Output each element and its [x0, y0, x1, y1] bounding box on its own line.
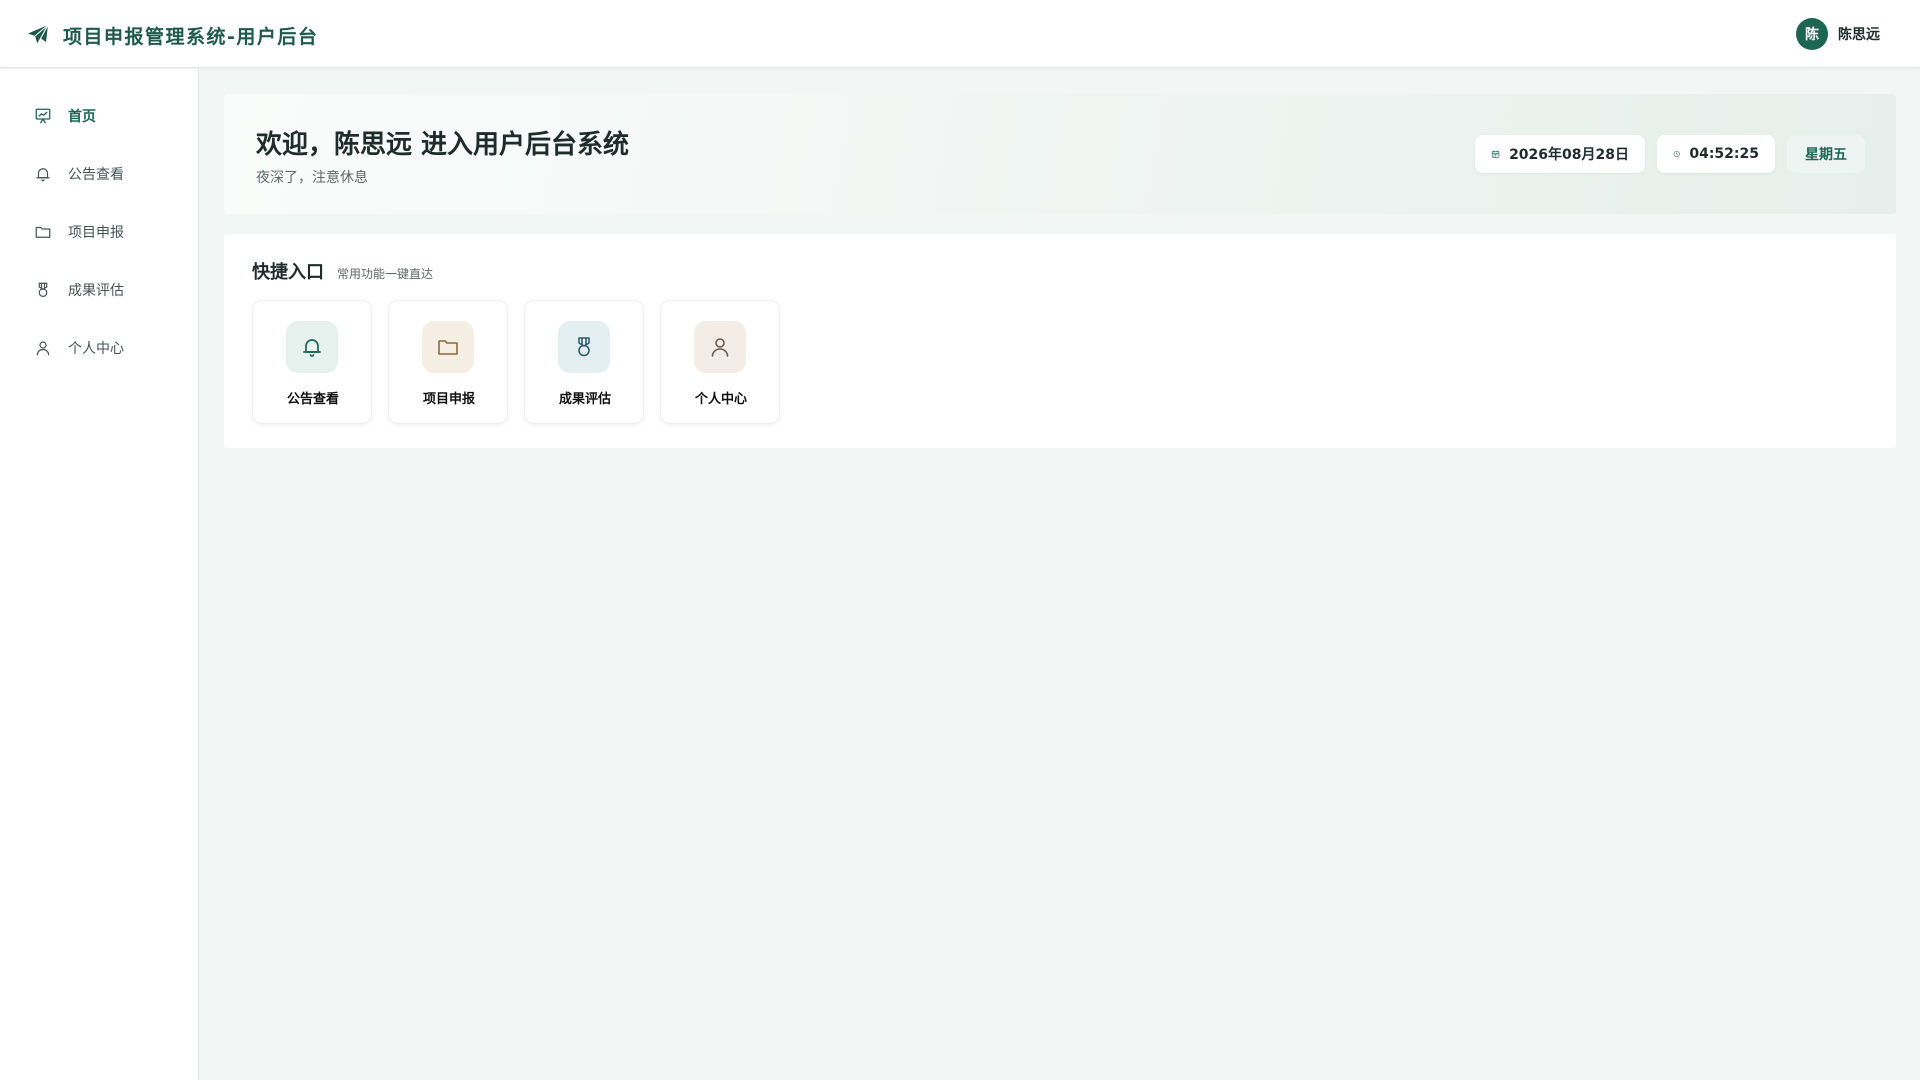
- folder-icon: [438, 340, 458, 355]
- folder-icon: [35, 226, 51, 238]
- sidebar-item-label: 项目申报: [68, 225, 124, 241]
- user-name: 陈思远: [1838, 27, 1880, 43]
- user-icon: [711, 338, 729, 357]
- sidebar-item-label: 首页: [68, 109, 96, 125]
- sidebar: 首页 公告查看 项目申报 成果评估 个人中心: [0, 69, 199, 1080]
- quick-card-evaluation[interactable]: 成果评估: [524, 300, 644, 424]
- top-bar: 项目申报管理系统-用户后台 陈 陈思远: [0, 0, 1920, 68]
- time-badge: 04:52:25: [1657, 135, 1775, 173]
- welcome-banner: 欢迎，陈思远 进入用户后台系统 夜深了，注意休息 2026年08月28日 04:…: [224, 94, 1896, 214]
- quick-card-label: 个人中心: [694, 392, 747, 407]
- clock-icon: [1673, 150, 1680, 158]
- calendar-icon: [1491, 150, 1500, 158]
- bell-icon: [36, 168, 50, 182]
- sidebar-item-evaluation[interactable]: 成果评估: [34, 278, 124, 302]
- presentation-chart-icon: [35, 108, 51, 124]
- user-icon: [36, 341, 50, 356]
- welcome-subtitle: 夜深了，注意休息: [256, 170, 368, 186]
- sidebar-item-apply[interactable]: 项目申报: [34, 220, 124, 244]
- quick-card-label: 项目申报: [422, 392, 475, 407]
- medal-icon: [38, 282, 48, 297]
- quick-icon-tile: [422, 321, 474, 373]
- quick-card-apply[interactable]: 项目申报: [388, 300, 508, 424]
- brand[interactable]: 项目申报管理系统-用户后台: [26, 22, 318, 48]
- date-text: 2026年08月28日: [1509, 147, 1629, 163]
- quick-card-profile[interactable]: 个人中心: [660, 300, 780, 424]
- time-text: 04:52:25: [1689, 146, 1759, 162]
- date-badge: 2026年08月28日: [1475, 135, 1645, 173]
- weekday-badge: 星期五: [1787, 135, 1865, 173]
- quick-access-subtitle: 常用功能一键直达: [337, 267, 434, 281]
- sidebar-item-home[interactable]: 首页: [34, 104, 96, 128]
- user-menu[interactable]: 陈 陈思远: [1796, 18, 1880, 50]
- quick-card-notices[interactable]: 公告查看: [252, 300, 372, 424]
- quick-access-title: 快捷入口: [252, 262, 324, 283]
- sidebar-item-label: 成果评估: [68, 283, 124, 299]
- sidebar-item-label: 公告查看: [68, 167, 124, 183]
- paper-plane-icon: [28, 24, 49, 45]
- welcome-title: 欢迎，陈思远 进入用户后台系统: [256, 130, 630, 160]
- quick-card-label: 成果评估: [558, 392, 611, 407]
- quick-access-header: 快捷入口 常用功能一键直达: [252, 258, 433, 284]
- quick-icon-tile: [694, 321, 746, 373]
- bell-icon: [303, 339, 321, 357]
- sidebar-item-profile[interactable]: 个人中心: [34, 336, 124, 360]
- quick-icon-tile: [286, 321, 338, 373]
- avatar: 陈: [1796, 18, 1828, 50]
- sidebar-item-notices[interactable]: 公告查看: [34, 162, 124, 186]
- app-title: 项目申报管理系统-用户后台: [63, 25, 319, 48]
- weekday-text: 星期五: [1805, 147, 1847, 163]
- sidebar-item-label: 个人中心: [68, 341, 124, 357]
- quick-card-label: 公告查看: [286, 392, 339, 407]
- quick-icon-tile: [558, 321, 610, 373]
- medal-icon: [578, 337, 590, 357]
- quick-access-panel: 快捷入口 常用功能一键直达 公告查看 项目申报 成果评估 个人中心: [224, 234, 1896, 448]
